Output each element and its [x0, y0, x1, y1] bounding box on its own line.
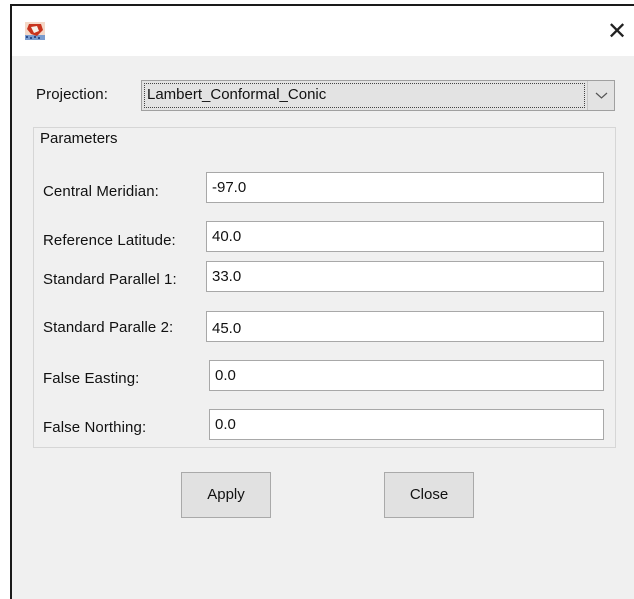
title-bar: ✕ [12, 6, 634, 56]
close-button[interactable]: Close [384, 472, 474, 518]
chevron-down-icon [595, 92, 608, 99]
false-easting-label: False Easting: [43, 370, 140, 387]
projection-dialog: ✕ Projection: Lambert_Conformal_Conic Pa… [10, 4, 634, 599]
reference-latitude-label: Reference Latitude: [43, 232, 176, 249]
close-icon[interactable]: ✕ [603, 17, 631, 45]
parameters-title: Parameters [38, 130, 120, 147]
standard-parallel-1-label: Standard Parallel 1: [43, 271, 177, 288]
apply-button[interactable]: Apply [181, 472, 271, 518]
projection-label: Projection: [36, 86, 108, 103]
central-meridian-field[interactable]: -97.0 [206, 172, 604, 203]
false-easting-field[interactable]: 0.0 [209, 360, 604, 391]
standard-parallel-2-field[interactable]: 45.0 [206, 311, 604, 342]
false-northing-field[interactable]: 0.0 [209, 409, 604, 440]
map-app-icon [25, 22, 45, 40]
reference-latitude-field[interactable]: 40.0 [206, 221, 604, 252]
central-meridian-label: Central Meridian: [43, 183, 159, 200]
projection-selected-value: Lambert_Conformal_Conic [144, 83, 585, 108]
projection-select[interactable]: Lambert_Conformal_Conic [141, 80, 615, 111]
standard-parallel-2-label: Standard Paralle 2: [43, 319, 174, 336]
dropdown-button[interactable] [587, 81, 614, 110]
standard-parallel-1-field[interactable]: 33.0 [206, 261, 604, 292]
false-northing-label: False Northing: [43, 419, 147, 436]
